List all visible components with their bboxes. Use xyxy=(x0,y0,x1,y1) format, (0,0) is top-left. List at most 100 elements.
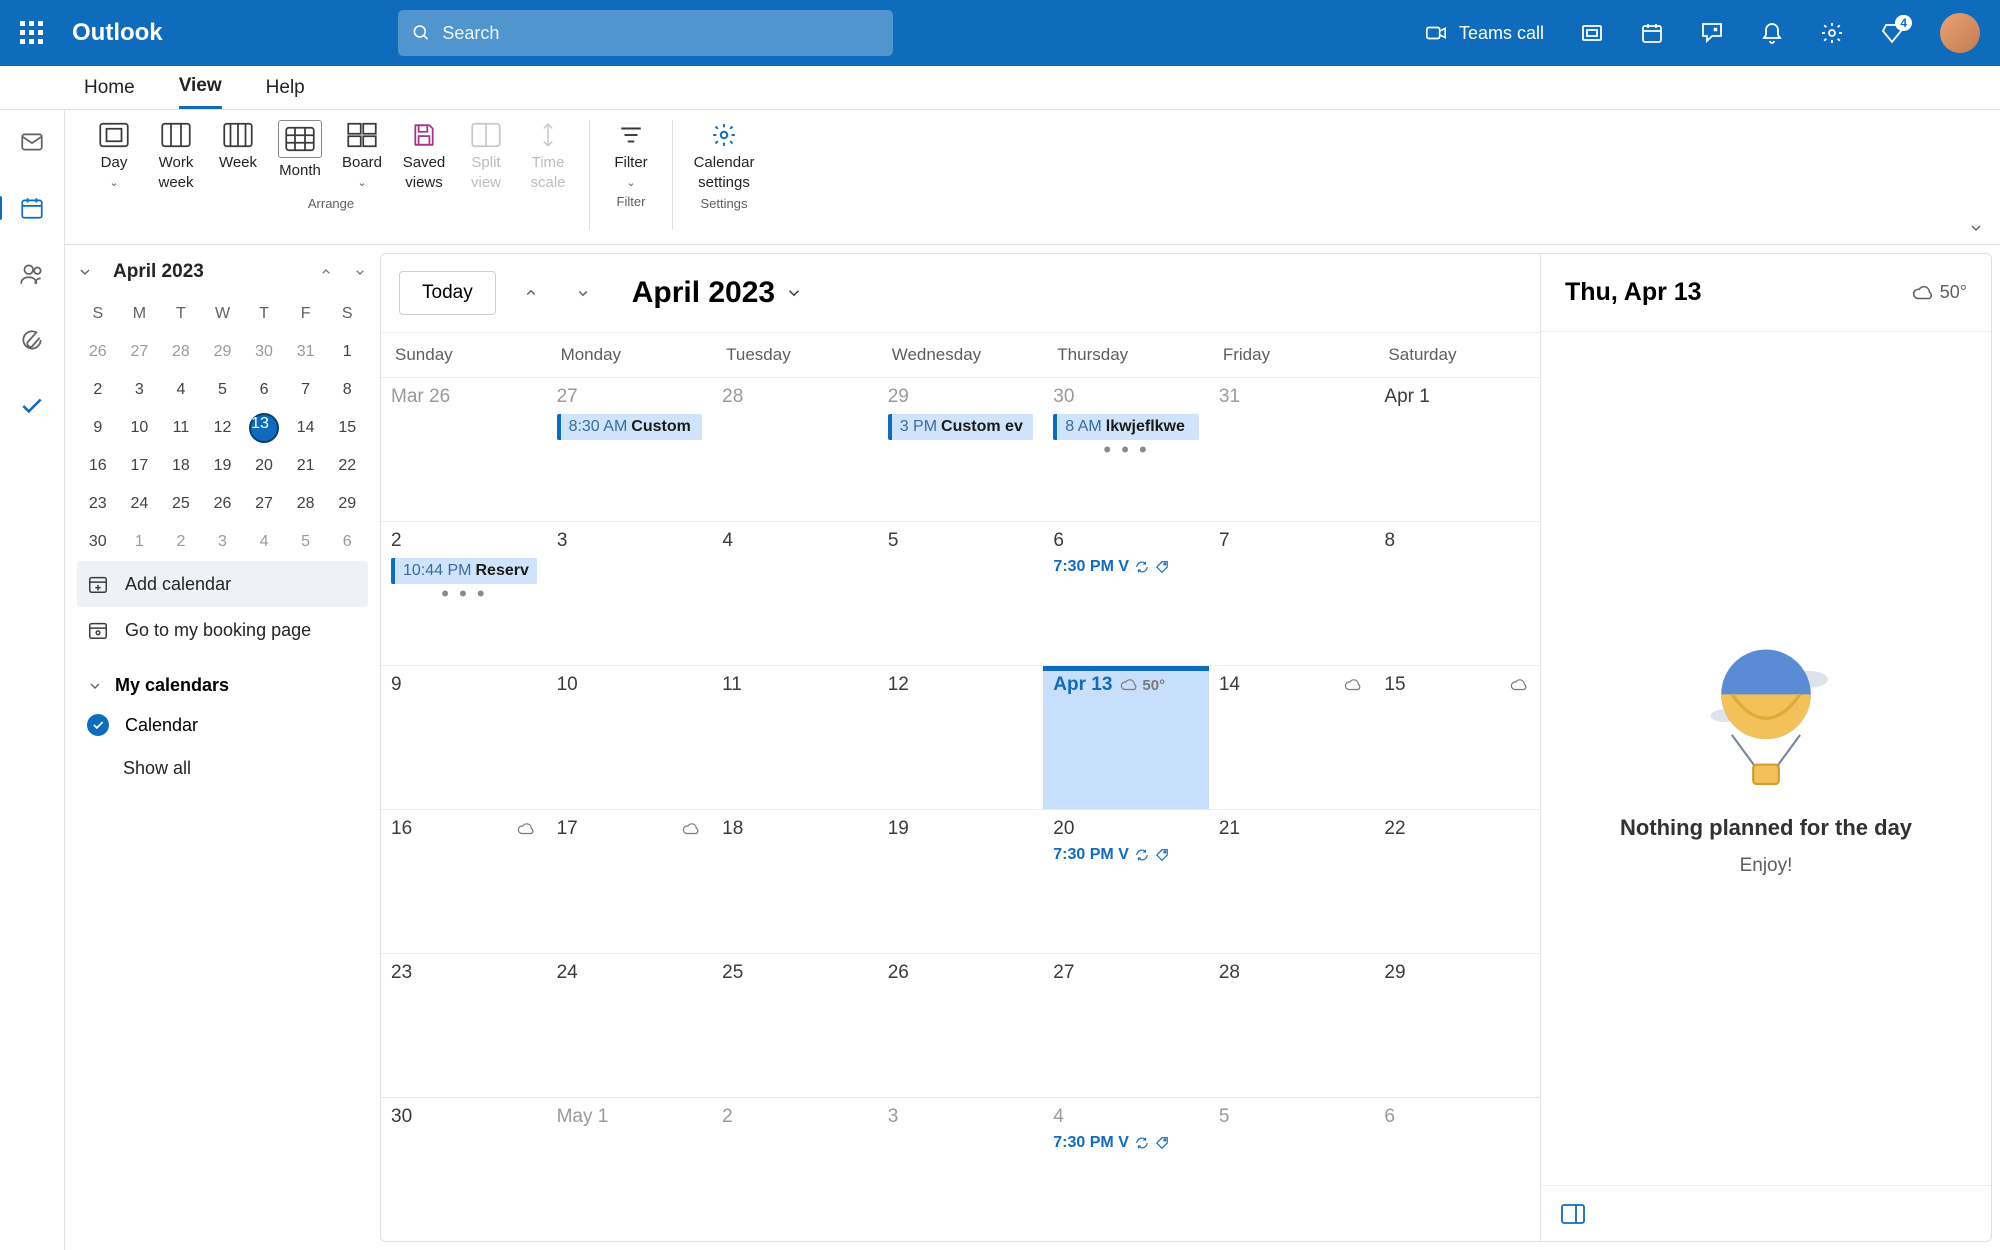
agenda-panel-icon[interactable] xyxy=(1561,1204,1585,1224)
calendar-day-cell[interactable]: 3 xyxy=(878,1098,1044,1241)
minical-day[interactable]: 3 xyxy=(119,371,161,409)
calendar-day-cell[interactable]: 24 xyxy=(547,954,713,1097)
minical-day[interactable]: 21 xyxy=(285,447,327,485)
tips-icon[interactable] xyxy=(1700,21,1724,45)
booking-page-link[interactable]: Go to my booking page xyxy=(77,607,368,653)
calendar-day-cell[interactable]: May 1 xyxy=(547,1098,713,1241)
calendar-day-cell[interactable]: 47:30 PM V xyxy=(1043,1098,1209,1241)
meet-now-icon[interactable] xyxy=(1580,21,1604,45)
minical-day[interactable]: 14 xyxy=(285,409,327,447)
minical-day[interactable]: 28 xyxy=(160,333,202,371)
calendar-event[interactable]: 3 PMCustom ev xyxy=(888,414,1034,440)
calendar-day-cell[interactable]: 12 xyxy=(878,666,1044,809)
calendar-day-cell[interactable]: 5 xyxy=(1209,1098,1375,1241)
minical-day[interactable]: 29 xyxy=(326,485,368,523)
minical-day[interactable]: 13 xyxy=(243,409,285,447)
minical-day[interactable]: 11 xyxy=(160,409,202,447)
minical-day[interactable]: 3 xyxy=(202,523,244,561)
app-launcher[interactable] xyxy=(20,21,44,45)
calendar-day-cell[interactable]: 8 xyxy=(1374,522,1540,665)
minical-day[interactable]: 20 xyxy=(243,447,285,485)
search-input[interactable] xyxy=(442,23,878,44)
minical-day[interactable]: 31 xyxy=(285,333,327,371)
calendar-day-cell[interactable]: 11 xyxy=(712,666,878,809)
minical-day[interactable]: 29 xyxy=(202,333,244,371)
my-calendars-section[interactable]: My calendars xyxy=(77,653,368,704)
weather-icon[interactable] xyxy=(517,820,535,838)
minical-day[interactable]: 30 xyxy=(77,523,119,561)
add-calendar-link[interactable]: Add calendar xyxy=(77,561,368,607)
calendar-day-cell[interactable]: 31 xyxy=(1209,378,1375,521)
weather-icon[interactable] xyxy=(1344,676,1362,694)
settings-icon[interactable] xyxy=(1820,21,1844,45)
calendar-day-cell[interactable]: Apr 1350° xyxy=(1043,666,1209,809)
calendar-day-cell[interactable]: 14 xyxy=(1209,666,1375,809)
calendar-day-cell[interactable]: 19 xyxy=(878,810,1044,953)
minical-day[interactable]: 17 xyxy=(119,447,161,485)
calendar-day-cell[interactable]: 29 xyxy=(1374,954,1540,1097)
calendar-event[interactable]: 8:30 AMCustom xyxy=(557,414,703,440)
tab-home[interactable]: Home xyxy=(84,66,135,109)
calendar-day-cell[interactable]: 210:44 PMReserv• • • xyxy=(381,522,547,665)
calendar-item[interactable]: Calendar xyxy=(77,704,368,746)
minical-day[interactable]: 2 xyxy=(77,371,119,409)
calendar-day-cell[interactable]: 6 xyxy=(1374,1098,1540,1241)
cal-title[interactable]: April 2023 xyxy=(632,276,803,310)
calendar-day-cell[interactable]: 5 xyxy=(878,522,1044,665)
agenda-weather[interactable]: 50° xyxy=(1912,282,1967,304)
calendar-day-cell[interactable]: 67:30 PM V xyxy=(1043,522,1209,665)
minical-day[interactable]: 28 xyxy=(285,485,327,523)
calendar-day-cell[interactable]: Apr 1 xyxy=(1374,378,1540,521)
minical-day[interactable]: 5 xyxy=(285,523,327,561)
calendar-day-cell[interactable]: 23 xyxy=(381,954,547,1097)
account-avatar[interactable] xyxy=(1940,13,1980,53)
calendar-day-cell[interactable]: 26 xyxy=(878,954,1044,1097)
minical-day[interactable]: 26 xyxy=(202,485,244,523)
calendar-day-cell[interactable]: 2 xyxy=(712,1098,878,1241)
minical-day[interactable]: 25 xyxy=(160,485,202,523)
filter-button[interactable]: Filter⌄ xyxy=(604,120,658,190)
saved-views[interactable]: Saved views xyxy=(397,120,451,192)
calendar-day-cell[interactable]: 7 xyxy=(1209,522,1375,665)
notifications-icon[interactable] xyxy=(1760,21,1784,45)
calendar-event[interactable]: 7:30 PM V xyxy=(1053,846,1199,864)
search-box[interactable] xyxy=(398,10,893,56)
weather-icon[interactable] xyxy=(1510,676,1528,694)
calendar-day-cell[interactable]: 278:30 AMCustom xyxy=(547,378,713,521)
minical-day[interactable]: 24 xyxy=(119,485,161,523)
minical-day[interactable]: 27 xyxy=(119,333,161,371)
minical-next[interactable] xyxy=(352,264,368,280)
calendar-day-cell[interactable]: 3 xyxy=(547,522,713,665)
minical-day[interactable]: 15 xyxy=(326,409,368,447)
calendar-day-cell[interactable]: 293 PMCustom ev xyxy=(878,378,1044,521)
minical-day[interactable]: 27 xyxy=(243,485,285,523)
calendar-day-cell[interactable]: 15 xyxy=(1374,666,1540,809)
minical-day[interactable]: 18 xyxy=(160,447,202,485)
minical-day[interactable]: 7 xyxy=(285,371,327,409)
calendar-event[interactable]: 7:30 PM V xyxy=(1053,558,1199,576)
minical-day[interactable]: 22 xyxy=(326,447,368,485)
minical-day[interactable]: 4 xyxy=(160,371,202,409)
minical-day[interactable]: 1 xyxy=(119,523,161,561)
ribbon-collapse[interactable] xyxy=(1968,220,1984,236)
view-board[interactable]: Board⌄ xyxy=(335,120,389,192)
calendar-day-cell[interactable]: 308 AMlkwjeflkwe• • • xyxy=(1043,378,1209,521)
minical-day[interactable]: 10 xyxy=(119,409,161,447)
calendar-day-cell[interactable]: 21 xyxy=(1209,810,1375,953)
minical-collapse[interactable] xyxy=(77,264,93,280)
calendar-day-cell[interactable]: 17 xyxy=(547,810,713,953)
minical-day[interactable]: 9 xyxy=(77,409,119,447)
rail-files[interactable] xyxy=(18,326,46,354)
tab-help[interactable]: Help xyxy=(266,66,305,109)
more-events[interactable]: • • • xyxy=(391,588,537,599)
calendar-day-cell[interactable]: Mar 26 xyxy=(381,378,547,521)
calendar-settings[interactable]: Calendar settings xyxy=(687,120,761,192)
minical-day[interactable]: 12 xyxy=(202,409,244,447)
calendar-day-cell[interactable]: 207:30 PM V xyxy=(1043,810,1209,953)
calendar-day-cell[interactable]: 30 xyxy=(381,1098,547,1241)
cal-next[interactable] xyxy=(566,278,600,308)
teams-call-button[interactable]: Teams call xyxy=(1425,22,1544,44)
rail-todo[interactable] xyxy=(18,392,46,420)
minical-day[interactable]: 23 xyxy=(77,485,119,523)
minical-day[interactable]: 19 xyxy=(202,447,244,485)
